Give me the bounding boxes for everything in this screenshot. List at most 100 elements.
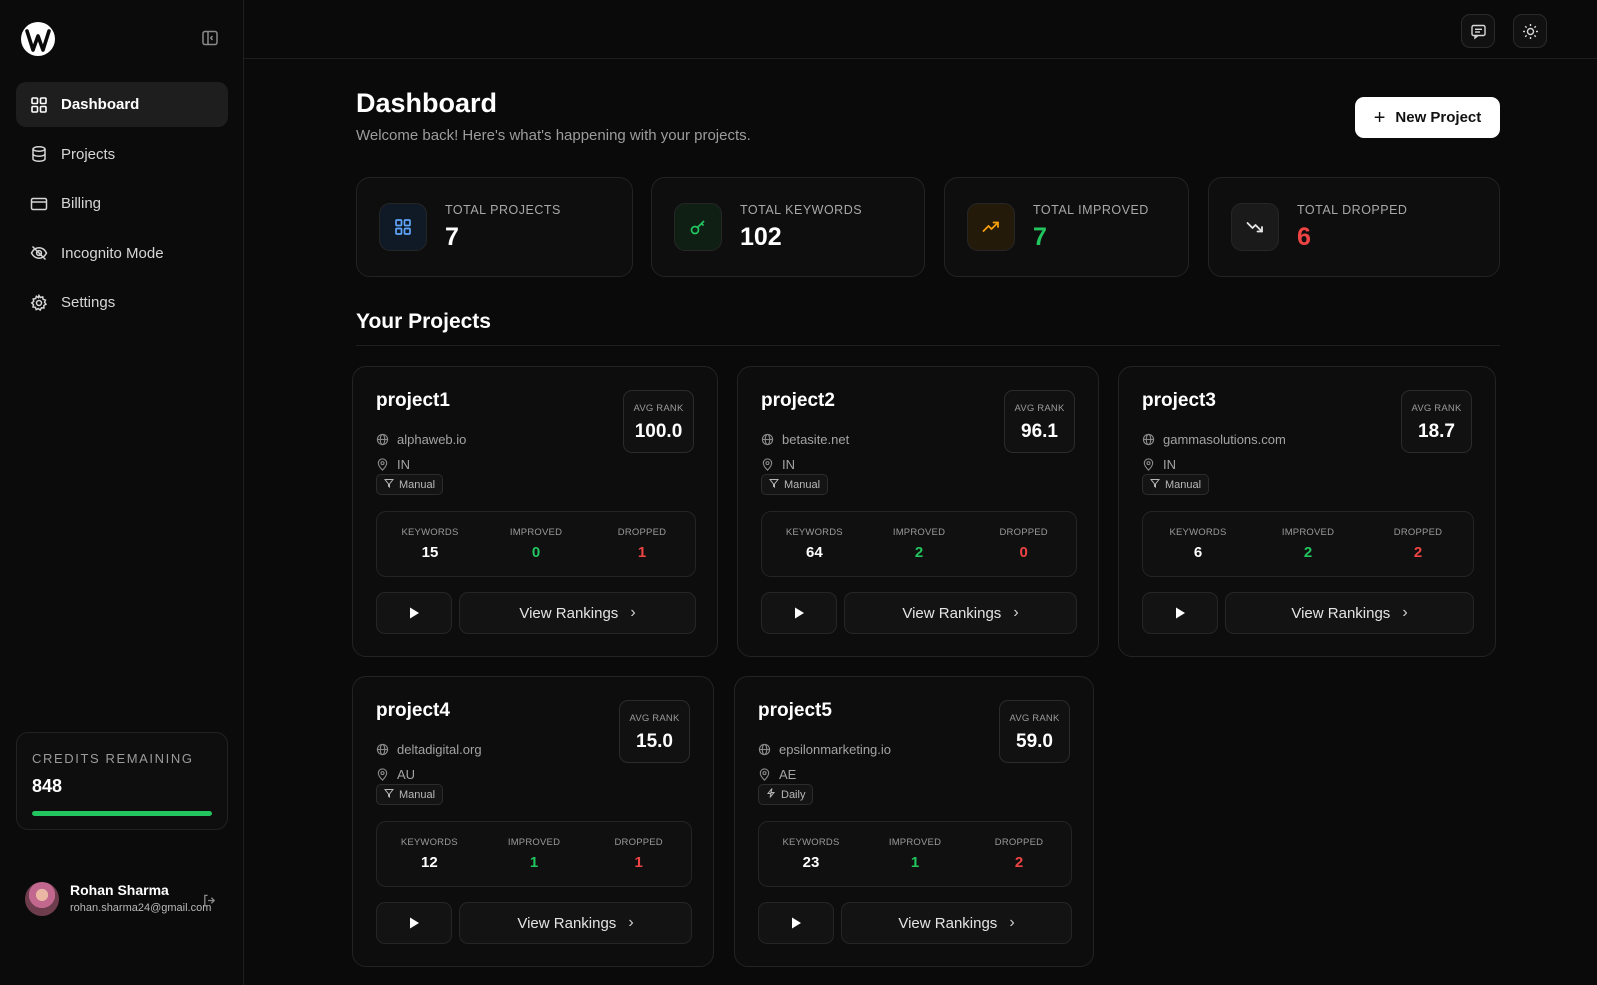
play-icon bbox=[1176, 607, 1185, 619]
sidebar-item-label: Incognito Mode bbox=[61, 244, 164, 262]
user-profile: Rohan Sharma rohan.sharma24@gmail.com bbox=[25, 880, 225, 920]
stat-label: TOTAL IMPROVED bbox=[1033, 203, 1149, 217]
logo-icon[interactable] bbox=[20, 21, 56, 57]
play-icon bbox=[795, 607, 804, 619]
top-bar bbox=[244, 0, 1597, 59]
view-rankings-label: View Rankings bbox=[519, 604, 619, 622]
stat-value: 102 bbox=[740, 223, 782, 251]
view-rankings-button[interactable]: View Rankings › bbox=[1225, 592, 1474, 634]
chevron-right-icon: › bbox=[1013, 604, 1019, 621]
avg-rank-label: AVG RANK bbox=[1411, 403, 1462, 414]
key-icon bbox=[674, 203, 722, 251]
project-name[interactable]: project2 bbox=[761, 390, 835, 412]
sidebar-item-label: Settings bbox=[61, 294, 116, 311]
new-project-label: New Project bbox=[1395, 109, 1482, 126]
schedule-badge: Daily bbox=[758, 784, 814, 805]
metric-keywords: KEYWORDS 23 bbox=[759, 822, 863, 886]
stat-value: 7 bbox=[445, 223, 459, 251]
main-content: Dashboard Welcome back! Here's what's ha… bbox=[244, 0, 1597, 985]
sidebar-item-projects[interactable]: Projects bbox=[16, 132, 228, 177]
metric-improved: IMPROVED 1 bbox=[482, 822, 587, 886]
filter-icon bbox=[1149, 478, 1165, 491]
sidebar-item-incognito[interactable]: Incognito Mode bbox=[16, 231, 228, 276]
metric-improved: IMPROVED 2 bbox=[867, 512, 972, 576]
view-rankings-label: View Rankings bbox=[902, 604, 1002, 622]
credits-card: CREDITS REMAINING 848 bbox=[16, 732, 228, 830]
metric-label: KEYWORDS bbox=[401, 527, 459, 538]
view-rankings-button[interactable]: View Rankings › bbox=[844, 592, 1077, 634]
view-rankings-button[interactable]: View Rankings › bbox=[841, 902, 1072, 944]
metric-value: 1 bbox=[910, 854, 920, 871]
play-icon bbox=[792, 917, 801, 929]
metric-label: IMPROVED bbox=[892, 527, 946, 538]
project-domain: gammasolutions.com bbox=[1142, 432, 1286, 447]
stat-value: 6 bbox=[1297, 223, 1311, 251]
metric-label: KEYWORDS bbox=[400, 837, 458, 848]
project-metrics: KEYWORDS 23 IMPROVED 1 DROPPED 2 bbox=[758, 821, 1072, 887]
message-icon bbox=[1470, 24, 1486, 39]
metric-label: KEYWORDS bbox=[782, 837, 840, 848]
metric-label: IMPROVED bbox=[888, 837, 942, 848]
project-card: project4 deltadigital.org AU Manual AVG … bbox=[352, 676, 714, 967]
project-location: IN bbox=[761, 457, 795, 472]
stat-card-total-improved: TOTAL IMPROVED 7 bbox=[944, 177, 1189, 277]
sidebar-item-settings[interactable]: Settings bbox=[16, 280, 228, 325]
user-email: rohan.sharma24@gmail.com bbox=[70, 902, 212, 914]
schedule-text: Manual bbox=[399, 478, 436, 491]
run-check-button[interactable] bbox=[376, 592, 452, 634]
globe-icon bbox=[376, 433, 389, 446]
theme-toggle-button[interactable] bbox=[1513, 14, 1547, 48]
credits-progress-fill bbox=[32, 811, 212, 816]
sidebar-toggle-icon[interactable] bbox=[201, 29, 219, 47]
metric-label: IMPROVED bbox=[509, 527, 563, 538]
avatar[interactable] bbox=[25, 882, 59, 916]
globe-icon bbox=[376, 743, 389, 756]
view-rankings-button[interactable]: View Rankings › bbox=[459, 592, 696, 634]
filter-icon bbox=[383, 478, 399, 491]
project-card: project2 betasite.net IN Manual AVG RANK… bbox=[737, 366, 1099, 657]
run-check-button[interactable] bbox=[758, 902, 834, 944]
metric-value: 2 bbox=[1303, 544, 1313, 561]
project-name[interactable]: project4 bbox=[376, 700, 450, 722]
feedback-button[interactable] bbox=[1461, 14, 1495, 48]
run-check-button[interactable] bbox=[761, 592, 837, 634]
schedule-text: Manual bbox=[399, 788, 436, 801]
project-location: IN bbox=[1142, 457, 1176, 472]
database-icon bbox=[32, 146, 46, 162]
schedule-text: Daily bbox=[781, 788, 806, 801]
chevron-right-icon: › bbox=[628, 914, 634, 931]
avg-rank-value: 100.0 bbox=[634, 421, 683, 442]
app-root: Dashboard Projects Billing Incognito Mod… bbox=[0, 0, 1597, 985]
project-metrics: KEYWORDS 12 IMPROVED 1 DROPPED 1 bbox=[376, 821, 692, 887]
project-domain: alphaweb.io bbox=[376, 432, 466, 447]
run-check-button[interactable] bbox=[1142, 592, 1218, 634]
avg-rank-value: 15.0 bbox=[636, 731, 673, 752]
avg-rank-label: AVG RANK bbox=[1014, 403, 1065, 414]
avg-rank-label: AVG RANK bbox=[629, 713, 680, 724]
project-name[interactable]: project3 bbox=[1142, 390, 1216, 412]
metric-label: DROPPED bbox=[1393, 527, 1443, 538]
grid-icon bbox=[31, 96, 47, 113]
metric-improved: IMPROVED 0 bbox=[483, 512, 589, 576]
schedule-text: Manual bbox=[1165, 478, 1202, 491]
avg-rank-box: AVG RANK 100.0 bbox=[623, 390, 694, 453]
view-rankings-button[interactable]: View Rankings › bbox=[459, 902, 692, 944]
sidebar-item-label: Dashboard bbox=[61, 96, 140, 113]
filter-icon bbox=[383, 788, 399, 801]
metric-label: IMPROVED bbox=[507, 837, 561, 848]
metric-keywords: KEYWORDS 64 bbox=[762, 512, 867, 576]
new-project-button[interactable]: + New Project bbox=[1355, 97, 1500, 138]
credits-label: CREDITS REMAINING bbox=[32, 751, 194, 766]
sidebar-item-billing[interactable]: Billing bbox=[16, 181, 228, 226]
credits-progress-bar bbox=[32, 811, 212, 816]
project-location: IN bbox=[376, 457, 410, 472]
metric-improved: IMPROVED 1 bbox=[863, 822, 967, 886]
project-name[interactable]: project5 bbox=[758, 700, 832, 722]
project-card: project3 gammasolutions.com IN Manual AV… bbox=[1118, 366, 1496, 657]
logout-icon[interactable] bbox=[202, 893, 217, 908]
view-rankings-label: View Rankings bbox=[517, 914, 617, 932]
sidebar-item-dashboard[interactable]: Dashboard bbox=[16, 82, 228, 127]
avg-rank-box: AVG RANK 96.1 bbox=[1004, 390, 1075, 453]
run-check-button[interactable] bbox=[376, 902, 452, 944]
project-name[interactable]: project1 bbox=[376, 390, 450, 412]
